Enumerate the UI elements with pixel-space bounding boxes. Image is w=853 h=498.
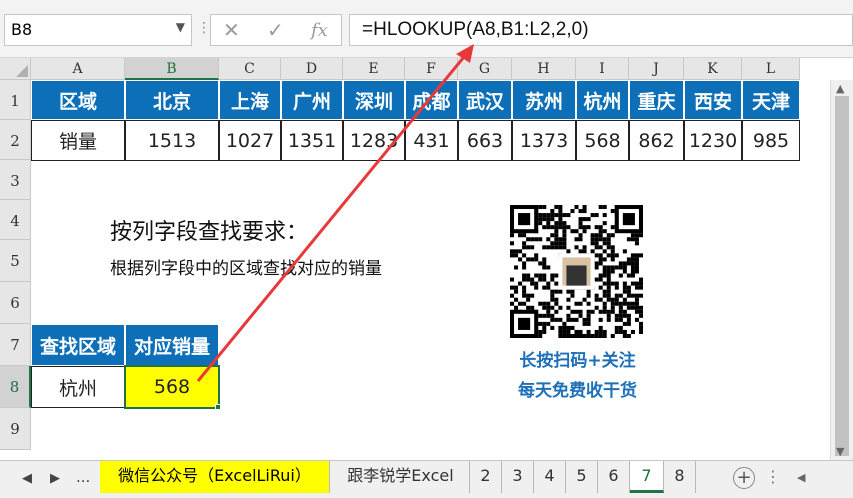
table-value-cell[interactable]: 431 bbox=[405, 120, 458, 161]
table-row-label[interactable]: 销量 bbox=[31, 120, 125, 161]
sheet-tab[interactable]: 8 bbox=[664, 461, 696, 493]
table-header-city[interactable]: 西安 bbox=[684, 80, 742, 120]
column-header-a[interactable]: A bbox=[31, 58, 125, 80]
tab-prev-icon[interactable]: ◀ bbox=[22, 471, 32, 486]
lookup-query-cell[interactable]: 杭州 bbox=[31, 366, 125, 408]
sheet-tab[interactable]: 微信公众号（ExcelLiRui） bbox=[100, 461, 330, 493]
table-header-city[interactable]: 重庆 bbox=[629, 80, 684, 120]
table-header-city[interactable]: 武汉 bbox=[458, 80, 512, 120]
promo-line-2: 每天免费收干货 bbox=[518, 381, 637, 401]
column-header-g[interactable]: G bbox=[458, 58, 512, 80]
row-header-8[interactable]: 8 bbox=[0, 366, 31, 408]
select-all-corner[interactable] bbox=[0, 58, 31, 80]
sheet-tab[interactable]: 6 bbox=[598, 461, 630, 493]
column-header-f[interactable]: F bbox=[405, 58, 458, 80]
sheet-tab[interactable]: 跟李锐学Excel bbox=[332, 461, 470, 493]
column-header-k[interactable]: K bbox=[684, 58, 742, 80]
scroll-thumb[interactable] bbox=[835, 96, 849, 456]
table-header-city[interactable]: 上海 bbox=[219, 80, 281, 120]
tab-next-icon[interactable]: ▶ bbox=[50, 471, 60, 486]
formula-buttons: ✕ ✓ fx bbox=[210, 14, 342, 46]
sheet-tab[interactable]: 7 bbox=[630, 461, 664, 493]
formula-input[interactable]: =HLOOKUP(A8,B1:L2,2,0) bbox=[349, 14, 853, 46]
instruction-title: 按列字段查找要求： bbox=[110, 220, 309, 245]
qr-code-icon bbox=[510, 205, 643, 338]
table-header-city[interactable]: 广州 bbox=[281, 80, 343, 120]
table-value-cell[interactable]: 1027 bbox=[219, 120, 281, 161]
fill-handle[interactable] bbox=[215, 404, 221, 410]
sheet-tab-bar: ◀ ▶ ... 微信公众号（ExcelLiRui） 跟李锐学Excel 2 3 4 5 6 7… bbox=[0, 460, 853, 498]
column-header-d[interactable]: D bbox=[281, 58, 343, 80]
instruction-subtitle: 根据列字段中的区域查找对应的销量 bbox=[110, 259, 382, 279]
scroll-down-icon[interactable]: ▼ bbox=[836, 445, 844, 458]
table-header-region[interactable]: 区域 bbox=[31, 80, 125, 120]
vertical-scrollbar[interactable]: ▲ ▼ bbox=[830, 80, 853, 460]
row-header-1[interactable]: 1 bbox=[0, 80, 31, 120]
column-header-j[interactable]: J bbox=[629, 58, 684, 80]
row-header-9[interactable]: 9 bbox=[0, 408, 31, 450]
table-value-cell[interactable]: 1373 bbox=[512, 120, 576, 161]
column-header-h[interactable]: H bbox=[512, 58, 576, 80]
scroll-up-icon[interactable]: ▲ bbox=[836, 82, 844, 95]
table-value-cell[interactable]: 1513 bbox=[125, 120, 219, 161]
column-header-l[interactable]: L bbox=[742, 58, 800, 80]
row-header-3[interactable]: 3 bbox=[0, 160, 31, 200]
add-sheet-icon[interactable]: + bbox=[733, 467, 755, 489]
column-header-e[interactable]: E bbox=[343, 58, 405, 80]
promo-line-1: 长按扫码+关注 bbox=[519, 351, 636, 371]
table-header-city[interactable]: 深圳 bbox=[343, 80, 405, 120]
lookup-result-cell[interactable]: 568 bbox=[124, 365, 220, 409]
table-header-city[interactable]: 成都 bbox=[405, 80, 458, 120]
column-header-b[interactable]: B bbox=[125, 58, 219, 80]
tab-options-icon[interactable]: ⋮ bbox=[765, 467, 781, 486]
table-value-cell[interactable]: 1230 bbox=[684, 120, 742, 161]
table-header-city[interactable]: 天津 bbox=[742, 80, 800, 120]
table-header-city[interactable]: 苏州 bbox=[512, 80, 576, 120]
column-header-c[interactable]: C bbox=[219, 58, 281, 80]
sheet-tab[interactable]: 5 bbox=[566, 461, 598, 493]
table-value-cell[interactable]: 862 bbox=[629, 120, 684, 161]
sheet-tab[interactable]: 3 bbox=[502, 461, 534, 493]
row-header-5[interactable]: 5 bbox=[0, 240, 31, 282]
lookup-header-sales[interactable]: 对应销量 bbox=[125, 324, 219, 366]
name-box[interactable]: B8 ▼ bbox=[4, 14, 192, 46]
scroll-left-icon[interactable]: ◀ bbox=[797, 471, 805, 484]
chevron-down-icon[interactable]: ▼ bbox=[176, 20, 185, 34]
table-value-cell[interactable]: 568 bbox=[576, 120, 629, 161]
table-header-city[interactable]: 北京 bbox=[125, 80, 219, 120]
sheet-tab[interactable]: 4 bbox=[534, 461, 566, 493]
column-header-i[interactable]: I bbox=[576, 58, 629, 80]
row-header-6[interactable]: 6 bbox=[0, 282, 31, 324]
formula-bar: B8 ▼ ⋮ ✕ ✓ fx =HLOOKUP(A8,B1:L2,2,0) bbox=[0, 0, 853, 58]
cancel-icon[interactable]: ✕ bbox=[223, 18, 240, 42]
enter-icon[interactable]: ✓ bbox=[267, 18, 284, 42]
table-value-cell[interactable]: 1351 bbox=[281, 120, 343, 161]
sheet-tab[interactable]: 2 bbox=[470, 461, 502, 493]
lookup-header-region[interactable]: 查找区域 bbox=[31, 324, 125, 366]
table-header-city[interactable]: 杭州 bbox=[576, 80, 629, 120]
table-value-cell[interactable]: 663 bbox=[458, 120, 512, 161]
table-value-cell[interactable]: 985 bbox=[742, 120, 800, 161]
table-value-cell[interactable]: 1283 bbox=[343, 120, 405, 161]
row-header-4[interactable]: 4 bbox=[0, 200, 31, 240]
function-icon[interactable]: fx bbox=[311, 20, 328, 41]
row-header-2[interactable]: 2 bbox=[0, 120, 31, 160]
row-header-7[interactable]: 7 bbox=[0, 324, 31, 366]
name-box-value: B8 bbox=[11, 20, 33, 39]
tab-ellipsis[interactable]: ... bbox=[76, 468, 90, 486]
